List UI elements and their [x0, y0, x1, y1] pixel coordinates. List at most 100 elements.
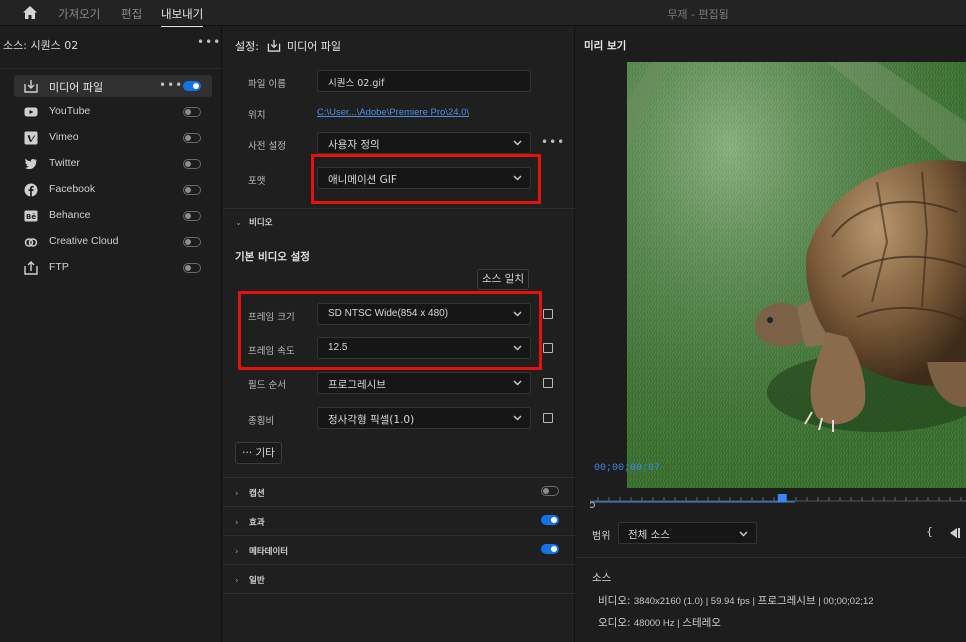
divider — [576, 557, 966, 558]
set-in-point-icon[interactable]: { — [926, 525, 933, 538]
top-bar: 가져오기 편집 내보내기 무제 - 편집됨 — [0, 0, 966, 28]
dest-label: Creative Cloud — [49, 235, 119, 247]
effects-section-header[interactable]: › 효과 — [235, 516, 265, 528]
dest-label: Vimeo — [49, 131, 79, 143]
dest-toggle[interactable] — [183, 237, 201, 247]
preset-value: 사용자 정의 — [328, 139, 380, 151]
dest-toggle[interactable] — [183, 211, 201, 221]
divider — [223, 208, 575, 209]
location-link[interactable]: C:\User...\Adobe\Premiere Pro\24.0\ — [317, 107, 469, 118]
divider — [223, 564, 575, 565]
field-order-label: 필드 순서 — [248, 380, 286, 391]
field-order-select[interactable]: 프로그레시브 — [317, 372, 531, 394]
source-info-title: 소스 — [592, 572, 612, 584]
range-select[interactable]: 전체 소스 — [618, 522, 757, 544]
settings-title-label: 설정: — [235, 40, 259, 53]
divider — [223, 477, 575, 478]
dest-twitter[interactable]: Twitter — [14, 153, 212, 175]
facebook-icon — [24, 183, 38, 197]
frame-rate-checkbox[interactable] — [543, 343, 553, 353]
dest-label: Behance — [49, 209, 91, 221]
twitter-icon — [24, 158, 37, 170]
source-panel: 소스: 시퀀스 02 ••• 미디어 파일 ••• YouTube Vimeo … — [0, 27, 222, 642]
dest-behance[interactable]: Bē Behance — [14, 205, 212, 227]
dest-toggle[interactable] — [183, 263, 201, 273]
media-file-icon — [24, 80, 38, 93]
media-file-icon — [267, 39, 281, 52]
metadata-section-header[interactable]: › 메타데이터 — [235, 545, 288, 557]
frame-size-checkbox[interactable] — [543, 309, 553, 319]
dest-ftp[interactable]: FTP — [14, 257, 212, 279]
metadata-section-label: 메타데이터 — [249, 547, 289, 557]
preview-frame — [627, 62, 966, 488]
dest-toggle[interactable] — [183, 159, 201, 169]
captions-section-label: 캡션 — [249, 489, 265, 499]
dest-toggle[interactable] — [183, 185, 201, 195]
preset-select[interactable]: 사용자 정의 — [317, 132, 531, 154]
field-order-checkbox[interactable] — [543, 378, 553, 388]
document-title: 무제 - 편집됨 — [667, 8, 729, 21]
video-info-scan: 프로그레시브 — [757, 595, 816, 607]
dest-vimeo[interactable]: Vimeo — [14, 127, 212, 149]
metadata-toggle[interactable] — [541, 544, 559, 554]
field-order-value: 프로그레시브 — [328, 379, 386, 391]
video-info: 비디오: 3840x2160 (1.0) | 59.94 fps | 프로그레시… — [598, 593, 874, 608]
video-section-header[interactable]: ⌄ 비디오 — [235, 216, 272, 228]
captions-section-header[interactable]: › 캡션 — [235, 487, 265, 499]
file-name-value: 시퀀스 02.gif — [328, 78, 385, 89]
range-label: 범위 — [592, 531, 611, 542]
preview-title: 미리 보기 — [584, 40, 627, 52]
video-info-duration: | 00;00;02;12 — [815, 596, 874, 607]
divider — [223, 593, 575, 594]
settings-title-target: 미디어 파일 — [286, 40, 342, 53]
preset-more-button[interactable]: ••• — [541, 135, 565, 149]
tortoise-photo — [627, 62, 966, 488]
divider — [223, 506, 575, 507]
general-section-header[interactable]: › 일반 — [235, 574, 265, 586]
preset-label: 사전 설정 — [248, 141, 286, 152]
aspect-value: 정사각형 픽셀(1.0) — [328, 414, 415, 426]
dest-toggle[interactable] — [183, 133, 201, 143]
chevron-down-icon — [739, 531, 748, 537]
location-label: 위치 — [248, 110, 266, 121]
audio-info: 오디오: 48000 Hz | 스테레오 — [598, 615, 721, 630]
dest-media-file[interactable]: 미디어 파일 ••• — [14, 75, 212, 97]
video-info-value: 3840x2160 (1.0) | 59.94 fps | — [633, 596, 758, 607]
audio-info-value: 48000 Hz | — [633, 618, 683, 629]
ftp-upload-icon — [24, 261, 38, 275]
captions-toggle[interactable] — [541, 486, 559, 496]
creative-cloud-icon — [24, 238, 38, 247]
highlight-box-format — [311, 154, 541, 204]
file-name-input[interactable]: 시퀀스 02.gif — [317, 70, 531, 92]
dest-toggle[interactable] — [183, 81, 201, 91]
highlight-box-frame — [238, 291, 542, 370]
chevron-down-icon — [513, 140, 522, 146]
dest-label: YouTube — [49, 105, 91, 117]
divider — [223, 535, 575, 536]
timeline-scrubber[interactable] — [590, 491, 966, 513]
effects-toggle[interactable] — [541, 515, 559, 525]
dest-facebook[interactable]: Facebook — [14, 179, 212, 201]
aspect-select[interactable]: 정사각형 픽셀(1.0) — [317, 407, 531, 429]
step-back-icon[interactable] — [948, 528, 960, 538]
file-name-label: 파일 이름 — [248, 79, 286, 90]
audio-info-label: 오디오: — [598, 617, 631, 629]
playhead — [777, 494, 787, 502]
range-value: 전체 소스 — [628, 529, 670, 541]
match-source-button[interactable]: 소스 일치 — [477, 269, 529, 290]
more-settings-button[interactable]: ··· 기타 — [235, 442, 282, 464]
video-section-label: 비디오 — [249, 218, 273, 228]
dest-label: Twitter — [49, 157, 80, 169]
aspect-checkbox[interactable] — [543, 413, 553, 423]
dest-label: FTP — [49, 261, 69, 273]
youtube-icon — [24, 107, 38, 117]
dest-label: 미디어 파일 — [49, 81, 104, 94]
dest-youtube[interactable]: YouTube — [14, 101, 212, 123]
preview-panel: 미리 보기 00;00;00;07 범위 전체 소스 {소스 비디오: 384… — [576, 27, 966, 642]
format-label: 포맷 — [248, 176, 266, 187]
source-more-button[interactable]: ••• — [197, 35, 221, 49]
dest-more-button[interactable]: ••• — [159, 78, 183, 92]
settings-title: 설정: 미디어 파일 — [235, 38, 341, 54]
dest-toggle[interactable] — [183, 107, 201, 117]
dest-creative-cloud[interactable]: Creative Cloud — [14, 231, 212, 253]
